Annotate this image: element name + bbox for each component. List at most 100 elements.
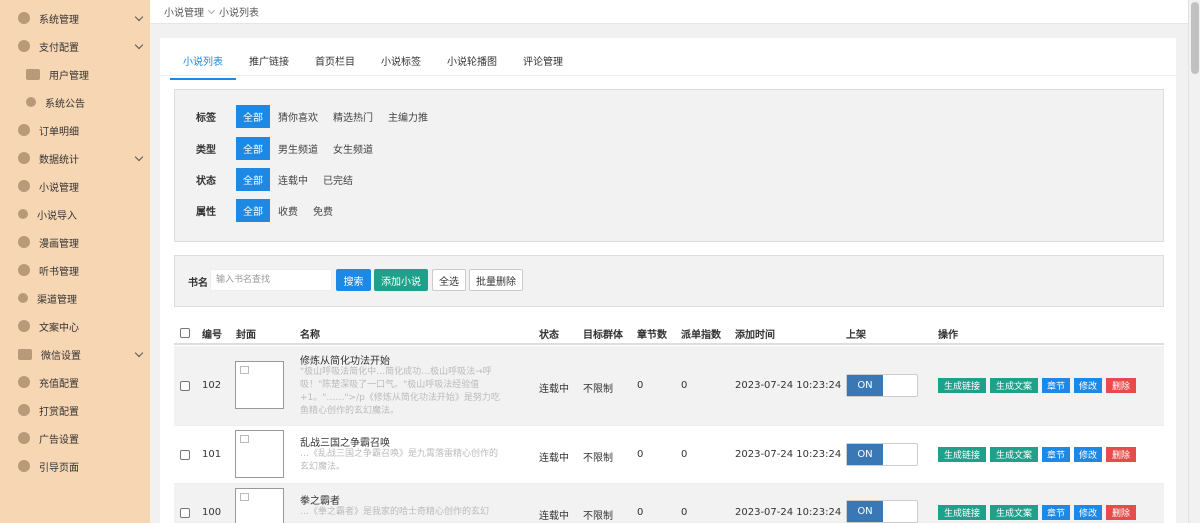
wechat-icon [18,348,32,360]
novel-status: 连载中 [539,384,569,395]
novel-chapters: 0 [637,449,644,460]
generate-link-button[interactable]: 生成链接 [938,505,986,520]
select-all-button[interactable]: 全选 [432,269,466,291]
filter-label: 状态 [196,176,216,187]
sidebar-item-wechat[interactable]: 微信设置 [0,340,150,368]
shelf-toggle[interactable]: ON [846,500,918,523]
sidebar-item-copy[interactable]: 文案中心 [0,312,150,340]
generate-link-button[interactable]: 生成链接 [938,378,986,393]
generate-copy-button[interactable]: 生成文案 [990,378,1038,393]
filter-option[interactable]: 免费 [306,199,340,222]
filter-option[interactable]: 全部 [236,168,270,191]
generate-copy-button[interactable]: 生成文案 [990,447,1038,462]
edit-button[interactable]: 修改 [1074,378,1102,393]
sidebar-item-stats[interactable]: 数据统计 [0,144,150,172]
novel-cover[interactable] [235,488,284,523]
sidebar-item-users[interactable]: 用户管理 [0,60,150,88]
novel-cover[interactable] [235,430,284,478]
novel-title: 修炼从简化功法开始 [300,356,390,367]
breadcrumb-parent[interactable]: 小说管理 [164,4,204,19]
novel-cover[interactable] [235,361,284,409]
filter-option[interactable]: 男生频道 [271,137,325,160]
filter-option[interactable]: 精选热门 [326,105,380,128]
filter-option[interactable]: 收费 [271,199,305,222]
col-name: 名称 [300,330,320,341]
sidebar-item-payment[interactable]: 支付配置 [0,32,150,60]
chapters-button[interactable]: 章节 [1042,378,1070,393]
col-cover: 封面 [236,330,256,341]
filter-row-tag: 标签 全部 猜你喜欢 精选热门 主编力推 [196,105,436,128]
filter-option[interactable]: 全部 [236,137,270,160]
select-all-checkbox[interactable] [180,328,190,338]
chart-icon [18,152,30,164]
row-checkbox[interactable] [180,508,190,518]
reward-icon [18,404,30,416]
edit-button[interactable]: 修改 [1074,447,1102,462]
sidebar-item-import[interactable]: 小说导入 [0,200,150,228]
batch-delete-button[interactable]: 批量删除 [469,269,523,291]
sidebar-item-audio[interactable]: 听书管理 [0,256,150,284]
filter-row-attr: 属性 全部 收费 免费 [196,199,341,222]
row-checkbox[interactable] [180,450,190,460]
sidebar-item-notice[interactable]: 系统公告 [0,88,150,116]
sidebar-item-ads[interactable]: 广告设置 [0,424,150,452]
image-placeholder-icon [240,493,249,501]
delete-button[interactable]: 删除 [1106,378,1136,393]
filter-option[interactable]: 连载中 [271,168,315,191]
sidebar-item-system[interactable]: 系统管理 [0,4,150,32]
toggle-on-label: ON [847,375,883,396]
filter-row-type: 类型 全部 男生频道 女生频道 [196,137,381,160]
user-channel-icon [18,293,28,303]
delete-button[interactable]: 删除 [1106,447,1136,462]
novel-target: 不限制 [583,511,613,522]
search-button[interactable]: 搜索 [336,269,371,291]
filter-option[interactable]: 猜你喜欢 [271,105,325,128]
novel-dispatch: 0 [681,507,688,518]
table-row: 101 乱战三国之争霸召唤 …《乱战三国之争霸召唤》是九霄落雷精心创作的玄幻魔法… [174,426,1164,484]
sidebar-item-comics[interactable]: 漫画管理 [0,228,150,256]
novel-added: 2023-07-24 10:23:24 [735,507,842,518]
breadcrumb: 小说管理 小说列表 [150,0,1188,24]
sidebar-item-recharge[interactable]: 充值配置 [0,368,150,396]
id-card-icon [26,68,40,80]
search-input[interactable] [210,269,332,291]
row-checkbox[interactable] [180,381,190,391]
sidebar-item-novels[interactable]: 小说管理 [0,172,150,200]
user-import-icon [18,209,28,219]
filter-option[interactable]: 全部 [236,105,270,128]
novel-title: 乱战三国之争霸召唤 [300,438,390,449]
generate-copy-button[interactable]: 生成文案 [990,505,1038,520]
col-target: 目标群体 [583,330,623,341]
sidebar-item-reward[interactable]: 打赏配置 [0,396,150,424]
chapters-button[interactable]: 章节 [1042,505,1070,520]
add-novel-button[interactable]: 添加小说 [374,269,428,291]
filter-option[interactable]: 全部 [236,199,270,222]
recharge-icon [18,376,30,388]
filter-row-status: 状态 全部 连载中 已完结 [196,168,361,191]
shelf-toggle[interactable]: ON [846,443,918,466]
search-label: 书名 [188,278,208,289]
delete-button[interactable]: 删除 [1106,505,1136,520]
shelf-toggle[interactable]: ON [846,374,918,397]
novel-target: 不限制 [583,453,613,464]
filter-option[interactable]: 女生频道 [326,137,380,160]
page-scrollbar[interactable] [1188,0,1200,523]
chevron-down-icon [134,40,144,50]
filter-option[interactable]: 已完结 [316,168,360,191]
novel-status: 连载中 [539,511,569,522]
sidebar-item-guide[interactable]: 引导页面 [0,452,150,480]
filter-panel: 标签 全部 猜你喜欢 精选热门 主编力推 类型 全部 男生频道 女生频道 状态 … [174,89,1164,242]
filter-label: 属性 [196,207,216,218]
sidebar-item-orders[interactable]: 订单明细 [0,116,150,144]
table-row: 100 拳之霸者 …《拳之霸者》是我家的哈士奇精心创作的玄幻 连载中 不限制 0… [174,484,1164,523]
generate-link-button[interactable]: 生成链接 [938,447,986,462]
filter-label: 类型 [196,145,216,156]
col-chapters: 章节数 [637,330,667,341]
scrollbar-thumb[interactable] [1191,2,1199,74]
table-header: 编号 封面 名称 状态 目标群体 章节数 派单指数 添加时间 上架 操作 [174,321,1164,345]
filter-option[interactable]: 主编力推 [381,105,435,128]
guide-icon [18,460,30,472]
edit-button[interactable]: 修改 [1074,505,1102,520]
sidebar-item-channels[interactable]: 渠道管理 [0,284,150,312]
chapters-button[interactable]: 章节 [1042,447,1070,462]
